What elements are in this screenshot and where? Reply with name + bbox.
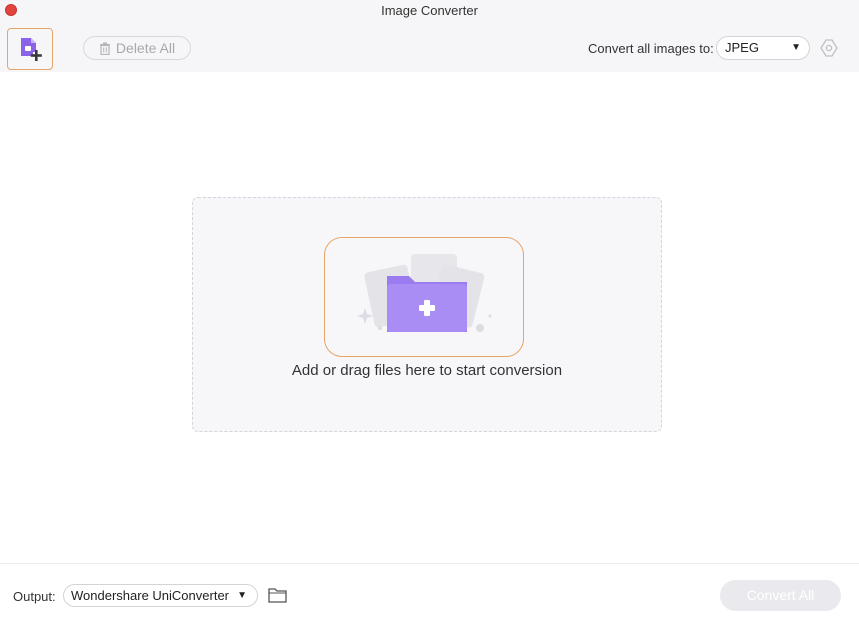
output-label: Output: — [13, 589, 56, 604]
add-files-drop-target[interactable] — [324, 237, 524, 357]
folder-icon[interactable] — [268, 587, 287, 603]
toolbar: Delete All Convert all images to: JPEG ▼ — [0, 22, 859, 72]
convert-format-label: Convert all images to: — [588, 41, 714, 56]
drop-zone-prompt: Add or drag files here to start conversi… — [291, 362, 563, 379]
delete-all-button[interactable]: Delete All — [83, 36, 191, 60]
drop-zone[interactable]: Add or drag files here to start conversi… — [192, 197, 662, 432]
window-title: Image Converter — [381, 3, 478, 18]
format-select-value: JPEG — [725, 40, 759, 55]
title-bar: Image Converter — [0, 0, 859, 22]
output-location-select[interactable]: Wondershare UniConverter ▼ — [63, 584, 258, 607]
settings-icon[interactable] — [820, 39, 838, 57]
format-select[interactable]: JPEG ▼ — [716, 36, 810, 60]
delete-all-label: Delete All — [115, 40, 176, 56]
add-files-button[interactable] — [7, 28, 53, 70]
add-file-icon — [21, 38, 42, 61]
folder-plus-icon — [357, 254, 492, 332]
output-location-value: Wondershare UniConverter — [71, 588, 229, 603]
chevron-down-icon: ▼ — [237, 590, 247, 601]
convert-all-button[interactable]: Convert All — [720, 580, 841, 611]
chevron-down-icon: ▼ — [791, 42, 801, 53]
footer-bar: Output: Wondershare UniConverter ▼ Conve… — [0, 563, 859, 618]
trash-icon — [99, 42, 110, 55]
